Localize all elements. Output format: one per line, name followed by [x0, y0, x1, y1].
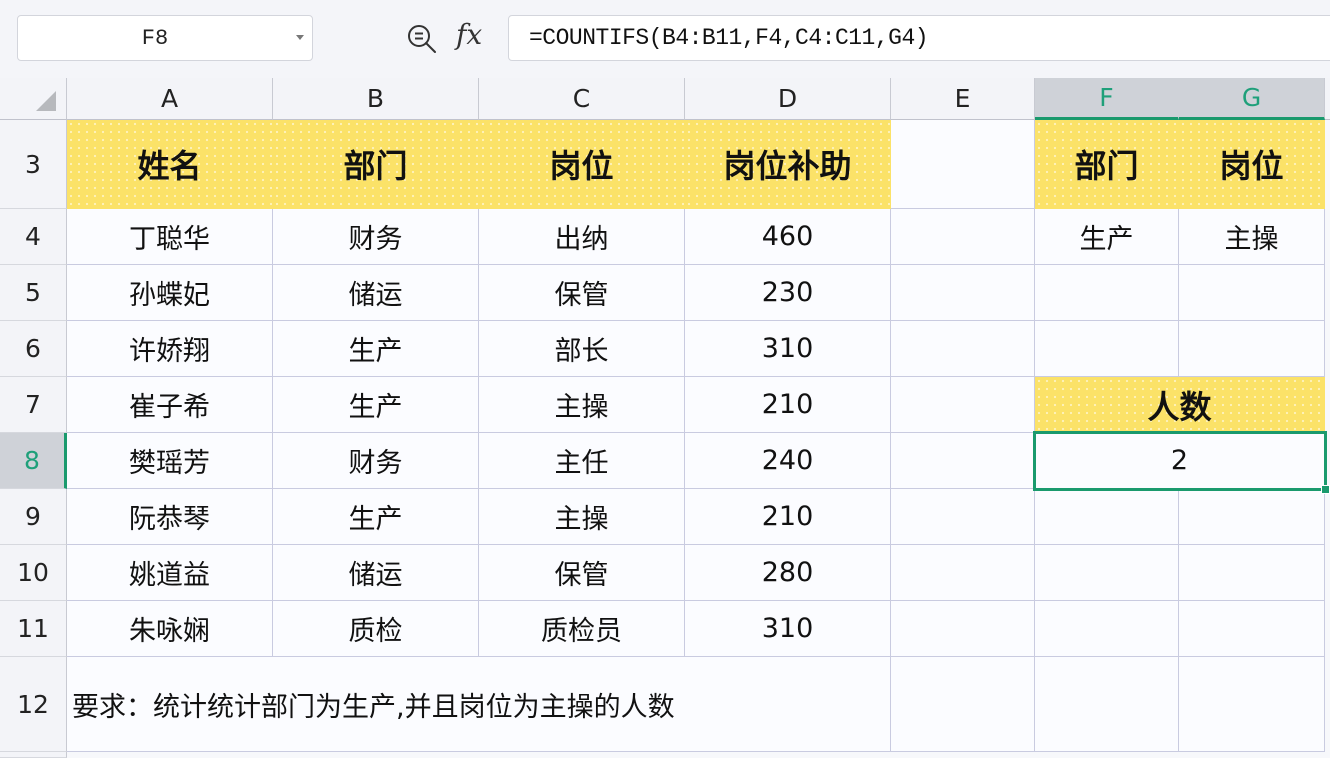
cell-position[interactable]: 部长	[479, 321, 685, 377]
criteria-value-position[interactable]: 主操	[1179, 209, 1325, 265]
cell-allowance[interactable]: 240	[685, 433, 891, 489]
cell-position[interactable]: 出纳	[479, 209, 685, 265]
empty-cell[interactable]	[1035, 545, 1179, 601]
cell-department[interactable]: 财务	[273, 209, 479, 265]
cell-allowance[interactable]: 210	[685, 489, 891, 545]
select-all-icon	[36, 91, 56, 111]
row-header-10[interactable]: 10	[0, 545, 67, 601]
row-header-5[interactable]: 5	[0, 265, 67, 321]
column-header-c[interactable]: C	[479, 78, 685, 120]
cell-name[interactable]: 许娇翔	[67, 321, 273, 377]
formula-bar[interactable]: =COUNTIFS(B4:B11,F4,C4:C11,G4)	[508, 15, 1330, 61]
empty-cell[interactable]	[891, 209, 1035, 265]
column-header-e[interactable]: E	[891, 78, 1035, 120]
cell-department[interactable]: 储运	[273, 545, 479, 601]
empty-cell[interactable]	[1179, 601, 1325, 657]
row-header-9[interactable]: 9	[0, 489, 67, 545]
cell-position[interactable]: 质检员	[479, 601, 685, 657]
row-header-13[interactable]	[0, 752, 67, 758]
empty-cell[interactable]	[1035, 489, 1179, 545]
select-all-corner[interactable]	[0, 78, 67, 120]
zoom-formula-icon[interactable]	[405, 22, 439, 56]
cell-allowance[interactable]: 460	[685, 209, 891, 265]
result-label[interactable]: 人数	[1035, 377, 1325, 433]
fx-icon[interactable]: fx	[456, 18, 482, 51]
empty-cell[interactable]	[1179, 545, 1325, 601]
empty-cell[interactable]	[891, 321, 1035, 377]
header-cell-department[interactable]: 部门	[273, 120, 479, 209]
cell-name[interactable]: 朱咏娴	[67, 601, 273, 657]
cell-position[interactable]: 保管	[479, 265, 685, 321]
cell-allowance[interactable]: 310	[685, 601, 891, 657]
result-value-cell[interactable]: 2	[1035, 433, 1325, 489]
empty-cell[interactable]	[891, 377, 1035, 433]
cell-allowance[interactable]: 280	[685, 545, 891, 601]
empty-cell[interactable]	[1035, 657, 1179, 752]
empty-cell[interactable]	[1179, 489, 1325, 545]
cell-allowance[interactable]: 310	[685, 321, 891, 377]
cell-department[interactable]: 生产	[273, 489, 479, 545]
requirement-note[interactable]: 要求：统计统计部门为生产,并且岗位为主操的人数	[67, 657, 891, 752]
name-box-value: F8	[141, 25, 169, 51]
row-header-8[interactable]: 8	[0, 433, 67, 489]
cell-department[interactable]: 储运	[273, 265, 479, 321]
cell-name[interactable]: 阮恭琴	[67, 489, 273, 545]
empty-cell[interactable]	[891, 657, 1035, 752]
empty-cell[interactable]	[1179, 657, 1325, 752]
row-header-12[interactable]: 12	[0, 657, 67, 752]
criteria-header-department[interactable]: 部门	[1035, 120, 1179, 209]
empty-cell[interactable]	[891, 489, 1035, 545]
header-cell-position[interactable]: 岗位	[479, 120, 685, 209]
cell-position[interactable]: 主任	[479, 433, 685, 489]
row-header-7[interactable]: 7	[0, 377, 67, 433]
row-header-4[interactable]: 4	[0, 209, 67, 265]
cell-allowance[interactable]: 230	[685, 265, 891, 321]
empty-cell[interactable]	[1035, 601, 1179, 657]
column-header-g[interactable]: G	[1179, 78, 1325, 120]
formula-toolbar: F8 fx =COUNTIFS(B4:B11,F4,C4:C11,G4)	[0, 0, 1330, 78]
cell-position[interactable]: 保管	[479, 545, 685, 601]
empty-cell[interactable]	[891, 265, 1035, 321]
row-header-11[interactable]: 11	[0, 601, 67, 657]
cell-name[interactable]: 丁聪华	[67, 209, 273, 265]
cell-position[interactable]: 主操	[479, 489, 685, 545]
column-header-f[interactable]: F	[1035, 78, 1179, 120]
formula-text[interactable]: =COUNTIFS(B4:B11,F4,C4:C11,G4)	[529, 16, 929, 60]
cell-name[interactable]: 孙蝶妃	[67, 265, 273, 321]
column-header-a[interactable]: A	[67, 78, 273, 120]
empty-cell[interactable]	[1179, 321, 1325, 377]
cell-name[interactable]: 姚道益	[67, 545, 273, 601]
empty-cell[interactable]	[1179, 265, 1325, 321]
cell-e3[interactable]	[891, 120, 1035, 209]
cell-department[interactable]: 财务	[273, 433, 479, 489]
cell-name[interactable]: 樊瑶芳	[67, 433, 273, 489]
cell-name[interactable]: 崔子希	[67, 377, 273, 433]
empty-cell[interactable]	[891, 601, 1035, 657]
criteria-value-department[interactable]: 生产	[1035, 209, 1179, 265]
cell-allowance[interactable]: 210	[685, 377, 891, 433]
header-cell-name[interactable]: 姓名	[67, 120, 273, 209]
cell-department[interactable]: 生产	[273, 321, 479, 377]
chevron-down-icon[interactable]	[296, 35, 304, 40]
column-header-b[interactable]: B	[273, 78, 479, 120]
empty-cell[interactable]	[1035, 321, 1179, 377]
criteria-header-position[interactable]: 岗位	[1179, 120, 1325, 209]
empty-cell[interactable]	[1035, 265, 1179, 321]
name-box[interactable]: F8	[17, 15, 313, 61]
column-header-h[interactable]	[1325, 78, 1330, 120]
empty-cell[interactable]	[891, 545, 1035, 601]
row-header-6[interactable]: 6	[0, 321, 67, 377]
column-header-d[interactable]: D	[685, 78, 891, 120]
empty-cell[interactable]	[891, 433, 1035, 489]
cell-position[interactable]: 主操	[479, 377, 685, 433]
cell-department[interactable]: 质检	[273, 601, 479, 657]
header-cell-allowance[interactable]: 岗位补助	[685, 120, 891, 209]
cell-department[interactable]: 生产	[273, 377, 479, 433]
row-header-3[interactable]: 3	[0, 120, 67, 209]
